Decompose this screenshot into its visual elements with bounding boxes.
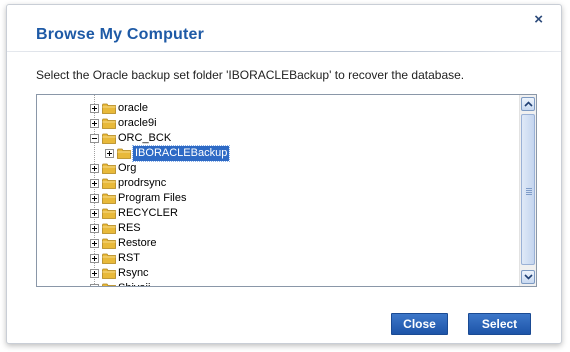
tree-item-label[interactable]: RES xyxy=(118,221,141,236)
tree-item-label[interactable]: ORC_BCK xyxy=(118,131,171,146)
folder-icon xyxy=(102,208,116,219)
tree-item[interactable]: ORC_BCK xyxy=(37,131,519,146)
expand-icon[interactable] xyxy=(90,254,99,263)
expand-icon[interactable] xyxy=(90,284,99,286)
expand-icon[interactable] xyxy=(105,149,114,158)
expand-icon[interactable] xyxy=(90,104,99,113)
tree-item[interactable]: Org xyxy=(37,161,519,176)
folder-icon xyxy=(102,133,116,144)
tree-item[interactable]: Shivaji xyxy=(37,281,519,286)
expand-icon[interactable] xyxy=(90,224,99,233)
scroll-thumb[interactable] xyxy=(521,114,535,265)
tree-item-label[interactable]: Shivaji xyxy=(118,281,150,286)
expand-icon[interactable] xyxy=(90,164,99,173)
folder-icon xyxy=(102,193,116,204)
folder-icon xyxy=(102,163,116,174)
folder-icon xyxy=(102,103,116,114)
expand-icon[interactable] xyxy=(90,119,99,128)
collapse-icon[interactable] xyxy=(90,134,99,143)
close-button[interactable]: Close xyxy=(391,313,448,335)
folder-icon xyxy=(102,118,116,129)
browse-dialog: × Browse My Computer Select the Oracle b… xyxy=(6,4,562,344)
expand-icon[interactable] xyxy=(90,209,99,218)
tree-item[interactable]: IBORACLEBackup xyxy=(37,145,519,162)
close-icon[interactable]: × xyxy=(534,12,543,28)
tree-item-label-selected[interactable]: IBORACLEBackup xyxy=(131,145,231,162)
tree-item-label[interactable]: Rsync xyxy=(118,266,149,281)
folder-icon xyxy=(102,268,116,279)
folder-tree[interactable]: oracle oracle9i ORC_BCK IBORACLEBackup Org pr… xyxy=(37,95,519,286)
folder-icon xyxy=(102,238,116,249)
tree-item-label[interactable]: Program Files xyxy=(118,191,186,206)
expand-icon[interactable] xyxy=(90,239,99,248)
folder-icon xyxy=(102,253,116,264)
chevron-up-icon xyxy=(524,101,533,107)
folder-icon xyxy=(102,283,116,286)
tree-item-label[interactable]: Org xyxy=(118,161,136,176)
select-button[interactable]: Select xyxy=(468,313,531,335)
expand-icon[interactable] xyxy=(90,194,99,203)
folder-icon xyxy=(117,148,131,159)
tree-item[interactable]: Restore xyxy=(37,236,519,251)
tree-item-label[interactable]: Restore xyxy=(118,236,157,251)
folder-tree-panel[interactable]: oracle oracle9i ORC_BCK IBORACLEBackup Org pr… xyxy=(36,94,537,287)
scroll-down-button[interactable] xyxy=(521,270,535,284)
tree-item[interactable]: Program Files xyxy=(37,191,519,206)
chevron-down-icon xyxy=(524,274,533,280)
tree-item[interactable]: prodrsync xyxy=(37,176,519,191)
vertical-scrollbar[interactable] xyxy=(519,95,536,286)
folder-icon xyxy=(102,178,116,189)
tree-item-label[interactable]: RST xyxy=(118,251,140,266)
scroll-up-button[interactable] xyxy=(521,97,535,111)
folder-icon xyxy=(102,223,116,234)
instruction-text: Select the Oracle backup set folder 'IBO… xyxy=(36,68,465,82)
tree-item-label[interactable]: RECYCLER xyxy=(118,206,178,221)
scroll-grip-icon xyxy=(526,188,532,196)
tree-item[interactable]: oracle9i xyxy=(37,116,519,131)
expand-icon[interactable] xyxy=(90,179,99,188)
tree-item[interactable]: Rsync xyxy=(37,266,519,281)
tree-item[interactable]: RST xyxy=(37,251,519,266)
title-divider xyxy=(7,51,561,52)
tree-item[interactable]: oracle xyxy=(37,101,519,116)
tree-item-label[interactable]: oracle9i xyxy=(118,116,157,131)
tree-item[interactable]: RECYCLER xyxy=(37,206,519,221)
dialog-title: Browse My Computer xyxy=(36,26,205,43)
tree-item-label[interactable]: prodrsync xyxy=(118,176,166,191)
tree-item-label[interactable]: oracle xyxy=(118,101,148,116)
tree-item[interactable]: RES xyxy=(37,221,519,236)
expand-icon[interactable] xyxy=(90,269,99,278)
